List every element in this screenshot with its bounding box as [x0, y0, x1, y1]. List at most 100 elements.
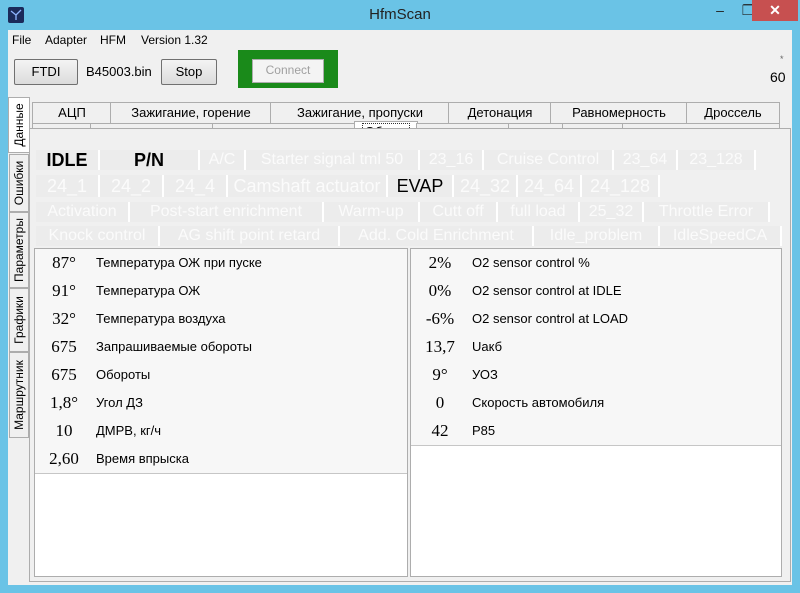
param-value: 87°	[52, 253, 76, 272]
param-row: 2% O2 sensor control %	[411, 249, 781, 278]
param-value: -6%	[425, 309, 455, 328]
side-tab-data[interactable]: Данные	[8, 97, 30, 153]
param-row: -6% O2 sensor control at LOAD	[411, 305, 781, 334]
flag-chip: 24_1	[36, 175, 100, 197]
param-label: УОЗ	[472, 367, 498, 382]
flag-chip: Add. Cold Enrichment	[340, 226, 534, 246]
param-value: 9°	[432, 365, 448, 384]
ftdi-button[interactable]: FTDI	[14, 59, 78, 85]
side-tab-label: Данные	[12, 103, 26, 147]
side-tab-label: Параметры	[12, 218, 26, 282]
flag-chip: Knock control	[36, 226, 160, 246]
modified-indicator: *	[780, 54, 784, 64]
param-label: Запрашиваемые обороты	[96, 339, 252, 354]
side-tab-strip: Данные Ошибки Параметры Графики Маршрутн…	[8, 94, 30, 439]
connect-button[interactable]: Connect	[252, 59, 324, 83]
flag-chip: 24_32	[454, 175, 518, 197]
flag-chip: 24_64	[518, 175, 582, 197]
param-row: 32° Температура воздуха	[35, 305, 407, 334]
param-label: Температура ОЖ при пуске	[96, 255, 262, 270]
side-tab-route[interactable]: Маршрутник	[9, 352, 29, 438]
side-tab-graphs[interactable]: Графики	[9, 288, 29, 352]
app-window: HfmScan – ❐ ✕ File Adapter HFM Version 1…	[0, 0, 800, 593]
flag-chip: Post-start enrichment	[130, 202, 324, 222]
menu-bar: File Adapter HFM Version 1.32	[8, 30, 792, 49]
file-name-label: B45003.bin	[86, 64, 152, 79]
flag-chip: Starter signal tml 50	[246, 150, 420, 170]
param-row: 91° Температура ОЖ	[35, 277, 407, 306]
param-label: Температура ОЖ	[96, 283, 201, 298]
tab-knock[interactable]: Детонация	[448, 102, 552, 123]
param-value: 0%	[428, 281, 452, 300]
left-params-grid: 87° Температура ОЖ при пуске 91° Температу…	[34, 248, 408, 577]
flag-chip: Cutt off	[420, 202, 498, 222]
side-tab-label: Графики	[12, 296, 26, 344]
side-tab-errors[interactable]: Ошибки	[9, 154, 29, 212]
param-value: 13,7	[425, 337, 455, 356]
tab-ignition-misfire[interactable]: Зажигание, пропуски	[270, 102, 450, 123]
param-label: Uакб	[472, 339, 503, 354]
menu-hfm[interactable]: HFM	[100, 33, 126, 47]
connect-highlight: Connect	[238, 50, 338, 88]
param-row: 42 P85	[411, 417, 781, 446]
title-bar[interactable]: HfmScan – ❐ ✕	[0, 0, 800, 30]
side-tab-label: Ошибки	[12, 160, 26, 206]
flag-chip: 24_4	[164, 175, 228, 197]
param-row: 87° Температура ОЖ при пуске	[35, 249, 407, 278]
tab-throttle[interactable]: Дроссель	[686, 102, 780, 123]
flag-chip: 24_128	[582, 175, 660, 197]
flag-chip: Camshaft actuator	[228, 175, 388, 197]
param-value: 91°	[52, 281, 76, 300]
param-value: 2,60	[49, 449, 79, 468]
flag-chip: IdleSpeedCA	[660, 226, 782, 246]
param-row: 2,60 Время впрыска	[35, 445, 407, 474]
param-row: 13,7 Uакб	[411, 333, 781, 362]
menu-version[interactable]: Version 1.32	[141, 33, 208, 47]
param-label: Время впрыска	[96, 451, 189, 466]
flag-chip: 23_128	[678, 150, 756, 170]
tab-adc[interactable]: АЦП	[32, 102, 112, 123]
param-value: 2%	[428, 253, 452, 272]
param-row: 675 Запрашиваемые обороты	[35, 333, 407, 362]
flag-chip: A/C	[200, 150, 246, 170]
param-value: 675	[51, 337, 77, 356]
param-value: 1,8°	[49, 393, 79, 412]
flag-chip: P/N	[100, 150, 200, 170]
param-label: O2 sensor control at LOAD	[472, 311, 629, 326]
menu-adapter[interactable]: Adapter	[45, 33, 87, 47]
flag-chip: EVAP	[388, 175, 454, 197]
tab-ignition-burn[interactable]: Зажигание, горение	[110, 102, 272, 123]
flag-chip: 23_64	[614, 150, 678, 170]
param-label: Скорость автомобиля	[472, 395, 605, 410]
flag-chip: IDLE	[36, 150, 100, 170]
minimize-button[interactable]: –	[706, 0, 734, 21]
param-label: Температура воздуха	[96, 311, 226, 326]
flag-chip: Warm-up	[324, 202, 420, 222]
client-area: File Adapter HFM Version 1.32 FTDI B4500…	[8, 30, 792, 585]
flag-chip: 24_2	[100, 175, 164, 197]
stop-button[interactable]: Stop	[161, 59, 217, 85]
param-row: 1,8° Угол ДЗ	[35, 389, 407, 418]
menu-file[interactable]: File	[12, 33, 31, 47]
param-label: P85	[472, 423, 496, 438]
tab-uniformity[interactable]: Равномерность	[550, 102, 688, 123]
param-value: 10	[55, 421, 73, 440]
param-value: 42	[431, 421, 449, 440]
flag-chip: AG shift point retard	[160, 226, 340, 246]
param-label: Угол ДЗ	[96, 395, 143, 410]
param-row: 9° УОЗ	[411, 361, 781, 390]
flag-chip: Throttle Error	[644, 202, 770, 222]
param-label: Обороты	[96, 367, 151, 382]
right-params-grid: 2% O2 sensor control % 0% O2 sensor contro…	[410, 248, 782, 577]
close-button[interactable]: ✕	[752, 0, 798, 21]
flag-chip: full load	[498, 202, 580, 222]
param-row: 10 ДМРВ, кг/ч	[35, 417, 407, 446]
param-label: ДМРВ, кг/ч	[96, 423, 162, 438]
counter-value: 60	[770, 69, 786, 85]
param-label: O2 sensor control %	[472, 255, 590, 270]
side-tab-params[interactable]: Параметры	[9, 212, 29, 288]
param-row: 0 Скорость автомобиля	[411, 389, 781, 418]
side-tab-label: Маршрутник	[12, 360, 26, 430]
flag-chip: 25_32	[580, 202, 644, 222]
param-value: 32°	[52, 309, 76, 328]
